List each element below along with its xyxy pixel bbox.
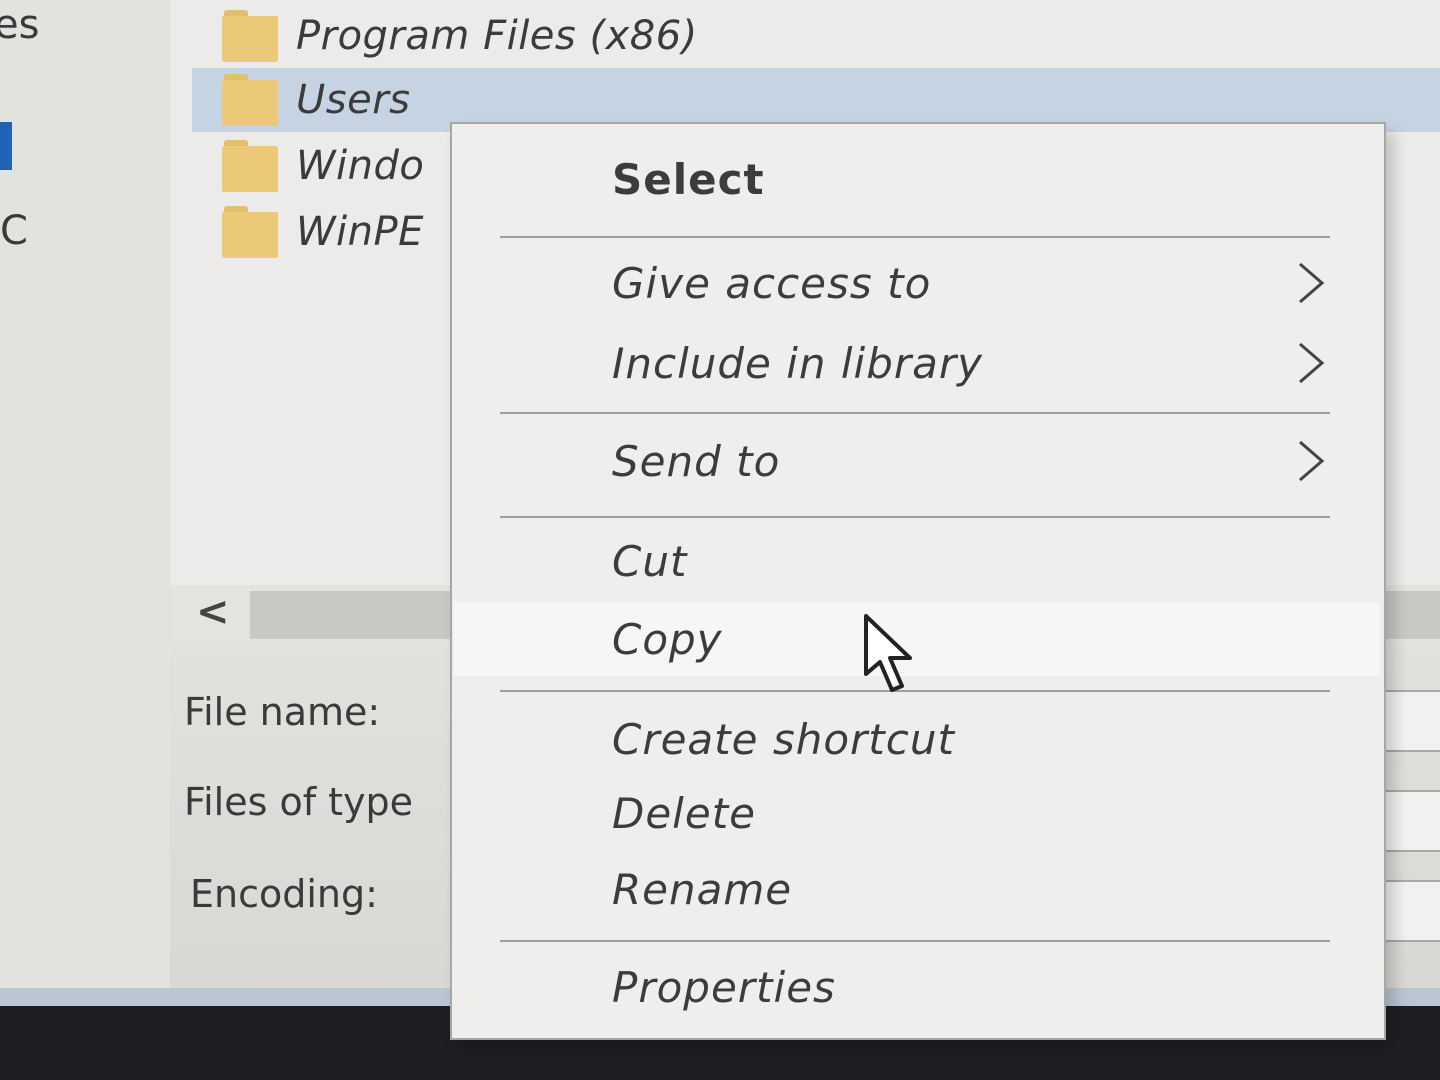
nav-selection-marker xyxy=(0,122,12,170)
nav-item-partial[interactable]: es xyxy=(0,2,39,48)
menu-item-label: Give access to xyxy=(612,258,932,308)
menu-item-label: Cut xyxy=(612,536,688,586)
menu-item-label: Rename xyxy=(612,864,793,914)
menu-item-cut[interactable]: Cut xyxy=(454,524,1380,598)
file-name: WinPE xyxy=(296,209,424,255)
list-item-program-files-x86[interactable]: Program Files (x86) xyxy=(192,4,1440,68)
menu-item-properties[interactable]: Properties xyxy=(454,950,1380,1024)
menu-item-label: Include in library xyxy=(612,338,984,388)
encoding-label: Encoding: xyxy=(190,872,378,916)
file-name: Windo xyxy=(296,143,425,189)
menu-separator xyxy=(500,236,1330,238)
context-menu: Select Give access to Include in library… xyxy=(450,122,1386,1040)
menu-separator xyxy=(500,940,1330,942)
menu-item-label: Create shortcut xyxy=(612,714,955,764)
file-name-label: File name: xyxy=(184,690,381,734)
file-name: Program Files (x86) xyxy=(296,13,698,59)
menu-item-rename[interactable]: Rename xyxy=(454,852,1380,926)
chevron-right-icon xyxy=(1299,440,1325,482)
folder-icon xyxy=(222,10,278,62)
menu-item-give-access-to[interactable]: Give access to xyxy=(454,246,1380,320)
navigation-pane: es C xyxy=(0,0,170,990)
scroll-left-arrow-icon[interactable]: < xyxy=(196,589,230,635)
menu-separator xyxy=(500,412,1330,414)
folder-icon xyxy=(222,206,278,258)
menu-separator xyxy=(500,516,1330,518)
menu-item-label: Send to xyxy=(612,436,781,486)
menu-item-include-in-library[interactable]: Include in library xyxy=(454,326,1380,400)
file-save-dialog: es C Program Files (x86) Users Windo Win… xyxy=(0,0,1440,1080)
menu-item-label: Copy xyxy=(612,614,723,664)
files-of-type-label: Files of type xyxy=(184,780,414,824)
menu-item-label: Delete xyxy=(612,788,756,838)
nav-item-this-pc-partial[interactable]: C xyxy=(0,208,28,254)
chevron-right-icon xyxy=(1299,262,1325,304)
menu-item-create-shortcut[interactable]: Create shortcut xyxy=(454,702,1380,776)
file-name: Users xyxy=(296,77,411,123)
mouse-pointer-icon xyxy=(864,614,912,692)
menu-item-label: Select xyxy=(612,154,765,204)
menu-item-delete[interactable]: Delete xyxy=(454,776,1380,850)
menu-item-select[interactable]: Select xyxy=(454,142,1380,216)
chevron-right-icon xyxy=(1299,342,1325,384)
folder-icon xyxy=(222,74,278,126)
menu-item-label: Properties xyxy=(612,962,836,1012)
menu-item-send-to[interactable]: Send to xyxy=(454,424,1380,498)
folder-icon xyxy=(222,140,278,192)
